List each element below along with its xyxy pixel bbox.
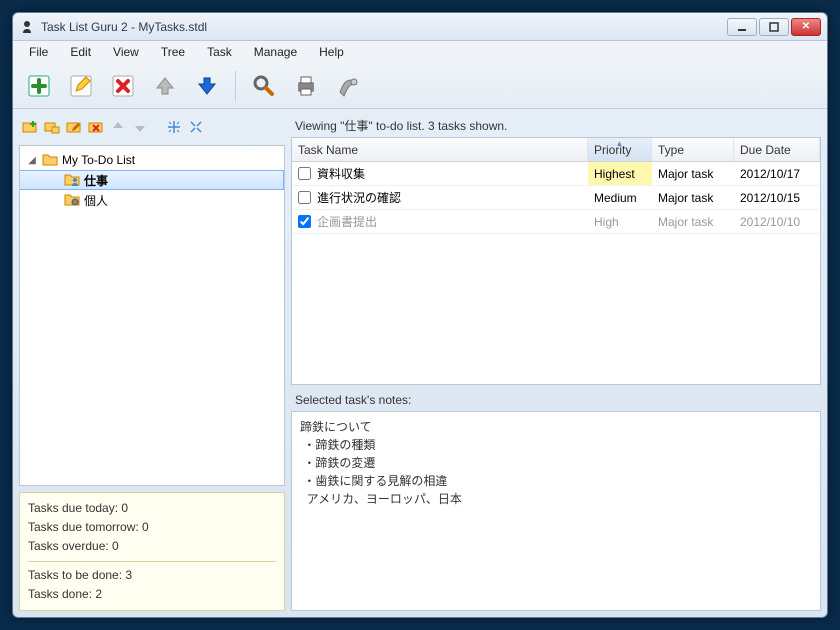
- task-name: 企画書提出: [317, 213, 377, 230]
- menu-task[interactable]: Task: [197, 43, 242, 61]
- move-down-button[interactable]: [189, 68, 225, 104]
- collapse-icon[interactable]: ◢: [26, 155, 38, 166]
- tree-toolbar: [19, 115, 285, 139]
- task-name: 進行状況の確認: [317, 189, 401, 206]
- task-priority: High: [588, 210, 652, 233]
- table-row[interactable]: 資料収集 HighestMajor task2012/10/17: [292, 162, 820, 186]
- maximize-button[interactable]: [759, 18, 789, 36]
- settings-button[interactable]: [330, 68, 366, 104]
- stats-overdue: Tasks overdue: 0: [28, 537, 276, 556]
- folder-gear-icon: [64, 192, 80, 208]
- table-row[interactable]: 進行状況の確認 MediumMajor task2012/10/15: [292, 186, 820, 210]
- task-type: Major task: [652, 186, 734, 209]
- titlebar: Task List Guru 2 - MyTasks.stdl ✕: [13, 13, 827, 41]
- table-row[interactable]: 企画書提出 HighMajor task2012/10/10: [292, 210, 820, 234]
- stats-to-be-done: Tasks to be done: 3: [28, 566, 276, 585]
- menu-view[interactable]: View: [103, 43, 149, 61]
- app-icon: [19, 19, 35, 35]
- tree-up-icon[interactable]: [109, 118, 127, 136]
- tree-item-personal[interactable]: 個人: [20, 190, 284, 210]
- left-pane: ◢ My To-Do List 仕事 個人 Tasks due today: 0…: [19, 115, 285, 611]
- add-subfolder-icon[interactable]: [43, 118, 61, 136]
- menu-tree[interactable]: Tree: [151, 43, 195, 61]
- table-body: 資料収集HighestMajor task2012/10/17進行状況の確認Me…: [292, 162, 820, 384]
- folder-icon: [42, 152, 58, 168]
- tree-item-label: 仕事: [84, 172, 108, 189]
- stats-panel: Tasks due today: 0 Tasks due tomorrow: 0…: [19, 492, 285, 611]
- stats-done: Tasks done: 2: [28, 585, 276, 604]
- task-due: 2012/10/10: [734, 210, 820, 233]
- right-pane: Viewing "仕事" to-do list. 3 tasks shown. …: [291, 115, 821, 611]
- collapse-all-icon[interactable]: [187, 118, 205, 136]
- folder-person-icon: [64, 172, 80, 188]
- menu-edit[interactable]: Edit: [60, 43, 101, 61]
- task-due: 2012/10/15: [734, 186, 820, 209]
- tree-root-label: My To-Do List: [62, 153, 135, 167]
- col-header-due[interactable]: Due Date: [734, 138, 820, 161]
- toolbar-separator: [235, 71, 236, 101]
- tree-item-work[interactable]: 仕事: [20, 170, 284, 190]
- stats-due-today: Tasks due today: 0: [28, 499, 276, 518]
- window-title: Task List Guru 2 - MyTasks.stdl: [41, 20, 727, 34]
- task-name: 資料収集: [317, 165, 365, 182]
- task-priority: Medium: [588, 186, 652, 209]
- print-button[interactable]: [288, 68, 324, 104]
- notes-area[interactable]: 蹄鉄について ・蹄鉄の種類 ・蹄鉄の変遷 ・歯鉄に関する見解の相違 アメリカ、ヨ…: [291, 411, 821, 611]
- app-window: Task List Guru 2 - MyTasks.stdl ✕ File E…: [12, 12, 828, 618]
- task-table: Task Name ▲ Priority Type Due Date 資料収集 H…: [291, 137, 821, 385]
- folder-tree[interactable]: ◢ My To-Do List 仕事 個人: [19, 145, 285, 486]
- col-header-priority[interactable]: ▲ Priority: [588, 138, 652, 161]
- search-button[interactable]: [246, 68, 282, 104]
- task-checkbox[interactable]: [298, 215, 311, 228]
- col-header-priority-label: Priority: [594, 143, 631, 157]
- add-folder-icon[interactable]: [21, 118, 39, 136]
- tree-root[interactable]: ◢ My To-Do List: [20, 150, 284, 170]
- main-toolbar: [13, 63, 827, 109]
- window-controls: ✕: [727, 18, 821, 36]
- delete-folder-icon[interactable]: [87, 118, 105, 136]
- menubar: File Edit View Tree Task Manage Help: [13, 41, 827, 63]
- col-header-name[interactable]: Task Name: [292, 138, 588, 161]
- table-header: Task Name ▲ Priority Type Due Date: [292, 138, 820, 162]
- sort-asc-icon: ▲: [616, 139, 624, 148]
- task-priority: Highest: [588, 162, 652, 185]
- task-type: Major task: [652, 210, 734, 233]
- task-checkbox[interactable]: [298, 167, 311, 180]
- move-up-button[interactable]: [147, 68, 183, 104]
- task-type: Major task: [652, 162, 734, 185]
- edit-task-button[interactable]: [63, 68, 99, 104]
- task-checkbox[interactable]: [298, 191, 311, 204]
- menu-manage[interactable]: Manage: [244, 43, 307, 61]
- task-due: 2012/10/17: [734, 162, 820, 185]
- tree-down-icon[interactable]: [131, 118, 149, 136]
- expand-all-icon[interactable]: [165, 118, 183, 136]
- menu-help[interactable]: Help: [309, 43, 354, 61]
- col-header-type[interactable]: Type: [652, 138, 734, 161]
- close-button[interactable]: ✕: [791, 18, 821, 36]
- tree-item-label: 個人: [84, 192, 108, 209]
- notes-label: Selected task's notes:: [291, 389, 821, 407]
- content-area: ◢ My To-Do List 仕事 個人 Tasks due today: 0…: [13, 109, 827, 617]
- minimize-button[interactable]: [727, 18, 757, 36]
- delete-task-button[interactable]: [105, 68, 141, 104]
- edit-folder-icon[interactable]: [65, 118, 83, 136]
- menu-file[interactable]: File: [19, 43, 58, 61]
- stats-due-tomorrow: Tasks due tomorrow: 0: [28, 518, 276, 537]
- viewing-label: Viewing "仕事" to-do list. 3 tasks shown.: [291, 115, 821, 133]
- new-task-button[interactable]: [21, 68, 57, 104]
